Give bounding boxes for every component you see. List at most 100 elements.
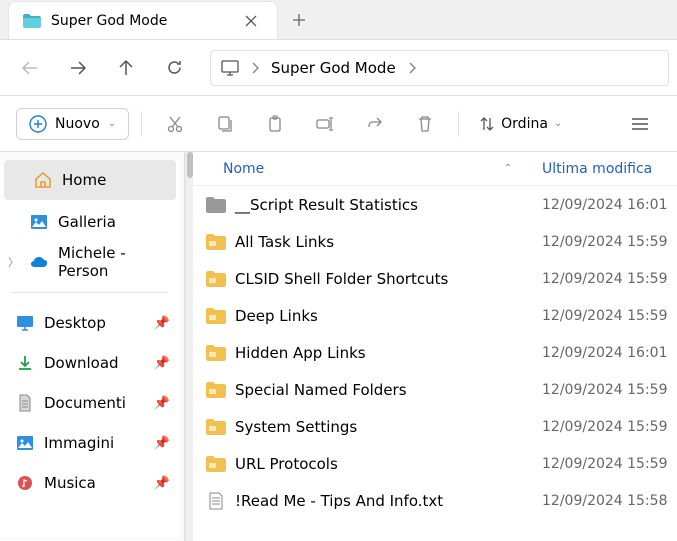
separator [12, 292, 168, 293]
folder-gear-icon [205, 418, 227, 436]
music-icon [16, 474, 34, 492]
file-row[interactable]: Hidden App Links12/09/2024 16:01 [193, 334, 677, 371]
file-date: 12/09/2024 15:58 [542, 493, 677, 509]
file-date: 12/09/2024 15:59 [542, 271, 677, 287]
sidebar-item-label: Download [44, 354, 119, 372]
chevron-down-icon: ⌄ [554, 118, 562, 129]
home-icon [34, 171, 52, 189]
plus-circle-icon [29, 115, 47, 133]
folder-gray-icon [205, 196, 227, 214]
file-name: !Read Me - Tips And Info.txt [235, 492, 542, 510]
sidebar-item-desktop[interactable]: Desktop 📌 [0, 303, 180, 343]
paste-button[interactable] [254, 106, 296, 142]
folder-deep-icon [205, 307, 227, 325]
sort-button[interactable]: Ordina ⌄ [471, 110, 570, 138]
sidebar-item-home[interactable]: Home [4, 160, 176, 200]
pictures-icon [16, 434, 34, 452]
desktop-icon [16, 314, 34, 332]
sidebar-item-label: Galleria [58, 213, 116, 231]
sidebar-item-musica[interactable]: Musica 📌 [0, 463, 180, 503]
sidebar-scrollbar[interactable] [185, 152, 193, 541]
new-button-label: Nuovo [55, 116, 100, 132]
rename-button[interactable] [304, 106, 346, 142]
address-bar[interactable]: Super God Mode [210, 50, 669, 86]
sidebar-item-immagini[interactable]: Immagini 📌 [0, 423, 180, 463]
tab-bar: Super God Mode [0, 0, 677, 40]
sidebar-item-michele[interactable]: 〉 Michele - Person [0, 242, 180, 282]
sidebar-item-label: Immagini [44, 434, 114, 452]
column-name-label: Nome [223, 161, 264, 177]
file-name: System Settings [235, 418, 542, 436]
sidebar-item-galleria[interactable]: Galleria [0, 202, 180, 242]
sidebar-item-label: Michele - Person [58, 244, 170, 280]
file-name: __Script Result Statistics [235, 196, 542, 214]
navigation-bar: Super God Mode [0, 40, 677, 96]
separator [141, 111, 142, 137]
file-name: Deep Links [235, 307, 542, 325]
new-tab-button[interactable] [278, 1, 320, 39]
column-modified-label: Ultima modifica [542, 161, 652, 177]
back-button[interactable] [8, 48, 52, 88]
pin-icon[interactable]: 📌 [154, 476, 170, 491]
sidebar-item-label: Musica [44, 474, 96, 492]
file-row[interactable]: Deep Links12/09/2024 15:59 [193, 297, 677, 334]
main-area: HomeGalleria〉Michele - Person Desktop📌Do… [0, 152, 677, 541]
file-row[interactable]: CLSID Shell Folder Shortcuts12/09/2024 1… [193, 260, 677, 297]
onedrive-icon [30, 253, 48, 271]
folder-shell-icon [205, 270, 227, 288]
sidebar-item-label: Home [62, 171, 106, 189]
tab-active[interactable]: Super God Mode [8, 1, 278, 39]
sidebar: HomeGalleria〉Michele - Person Desktop📌Do… [0, 152, 185, 541]
column-headers: Nome ⌃ Ultima modifica [193, 152, 677, 186]
file-date: 12/09/2024 16:01 [542, 345, 677, 361]
file-name: Special Named Folders [235, 381, 542, 399]
file-date: 12/09/2024 15:59 [542, 308, 677, 324]
file-row[interactable]: All Task Links12/09/2024 15:59 [193, 223, 677, 260]
copy-button[interactable] [204, 106, 246, 142]
file-row[interactable]: URL Protocols12/09/2024 15:59 [193, 445, 677, 482]
chevron-right-icon[interactable]: 〉 [8, 254, 19, 270]
sidebar-item-label: Desktop [44, 314, 106, 332]
pin-icon[interactable]: 📌 [154, 436, 170, 451]
sort-indicator-icon: ⌃ [504, 163, 512, 174]
folder-special-icon [205, 381, 227, 399]
folder-url-icon [205, 455, 227, 473]
file-name: All Task Links [235, 233, 542, 251]
pin-icon[interactable]: 📌 [154, 316, 170, 331]
column-header-modified[interactable]: Ultima modifica [542, 161, 677, 177]
tab-title: Super God Mode [51, 13, 229, 29]
file-date: 12/09/2024 16:01 [542, 197, 677, 213]
chevron-right-icon[interactable] [408, 62, 416, 74]
file-date: 12/09/2024 15:59 [542, 456, 677, 472]
text-file-icon [205, 492, 227, 510]
share-button[interactable] [354, 106, 396, 142]
delete-button[interactable] [404, 106, 446, 142]
sidebar-item-label: Documenti [44, 394, 126, 412]
cut-button[interactable] [154, 106, 196, 142]
file-date: 12/09/2024 15:59 [542, 419, 677, 435]
refresh-button[interactable] [152, 48, 196, 88]
file-row[interactable]: __Script Result Statistics12/09/2024 16:… [193, 186, 677, 223]
file-row[interactable]: Special Named Folders12/09/2024 15:59 [193, 371, 677, 408]
folder-icon [23, 14, 41, 28]
file-date: 12/09/2024 15:59 [542, 234, 677, 250]
column-header-name[interactable]: Nome ⌃ [223, 161, 542, 177]
pin-icon[interactable]: 📌 [154, 396, 170, 411]
sidebar-item-download[interactable]: Download 📌 [0, 343, 180, 383]
monitor-icon [221, 60, 239, 76]
tab-close-button[interactable] [239, 13, 263, 29]
file-row[interactable]: !Read Me - Tips And Info.txt12/09/2024 1… [193, 482, 677, 519]
new-button[interactable]: Nuovo ⌄ [16, 108, 129, 140]
folder-search-icon [205, 344, 227, 362]
pin-icon[interactable]: 📌 [154, 356, 170, 371]
file-name: CLSID Shell Folder Shortcuts [235, 270, 542, 288]
file-row[interactable]: System Settings12/09/2024 15:59 [193, 408, 677, 445]
up-button[interactable] [104, 48, 148, 88]
separator [458, 111, 459, 137]
sidebar-item-documenti[interactable]: Documenti 📌 [0, 383, 180, 423]
forward-button[interactable] [56, 48, 100, 88]
documents-icon [16, 394, 34, 412]
view-menu-button[interactable] [619, 106, 661, 142]
sort-label: Ordina [501, 116, 548, 132]
breadcrumb-segment[interactable]: Super God Mode [271, 59, 396, 77]
